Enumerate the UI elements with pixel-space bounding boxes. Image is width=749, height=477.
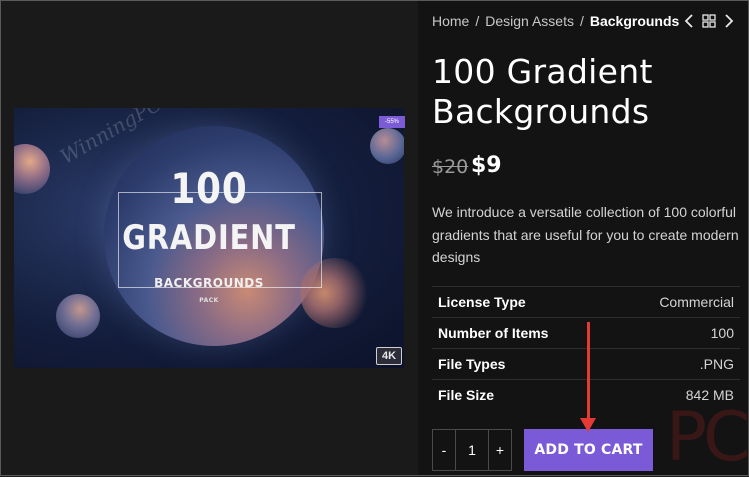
quantity-increase-button[interactable]: + [489,430,511,470]
product-description: We introduce a versatile collection of 1… [432,204,739,265]
breadcrumb-design-assets[interactable]: Design Assets [485,13,574,29]
gradient-orb-small [370,128,404,164]
product-image[interactable]: 100 GRADIENT BACKGROUNDS PACK WinningPC [14,108,404,368]
spec-key: File Size [438,387,495,403]
spec-key: Number of Items [438,325,549,341]
table-row: Number of Items 100 [432,317,740,349]
image-pack-label: PACK [199,297,219,304]
chevron-left-icon[interactable] [684,12,694,30]
sale-price: $9 [471,153,502,178]
chevron-right-icon[interactable] [724,12,734,30]
quantity-input[interactable]: 1 [455,430,489,470]
add-to-cart-button[interactable]: ADD TO CART [524,429,653,471]
quantity-stepper: - 1 + [432,429,512,471]
original-price: $20 [432,156,469,178]
image-subtitle: BACKGROUNDS [154,276,264,290]
spec-value: .PNG [699,356,734,372]
spec-value: Commercial [659,294,734,310]
breadcrumb-current: Backgrounds [589,13,680,29]
quantity-decrease-button[interactable]: - [433,430,455,470]
product-title: 100 Gradient Backgrounds [432,52,653,131]
breadcrumb-separator: / [579,13,584,29]
spec-value: 100 [710,325,734,341]
spec-key: License Type [438,294,526,310]
breadcrumb-separator: / [475,13,480,29]
grid-icon[interactable] [702,12,716,30]
image-title-word: GRADIENT [122,218,296,258]
specs-table: License Type Commercial Number of Items … [432,286,740,410]
breadcrumb: Home / Design Assets / Backgrounds [432,13,679,29]
corner-watermark: PC [666,398,749,477]
image-title-number: 100 [170,164,248,213]
table-row: License Type Commercial [432,286,740,318]
resolution-badge: 4K [376,347,402,365]
annotation-arrow-head [580,418,596,432]
sale-badge: -55% [379,116,405,128]
spec-key: File Types [438,356,506,372]
annotation-arrow-shaft [587,322,590,422]
breadcrumb-home[interactable]: Home [432,13,469,29]
table-row: File Types .PNG [432,348,740,380]
